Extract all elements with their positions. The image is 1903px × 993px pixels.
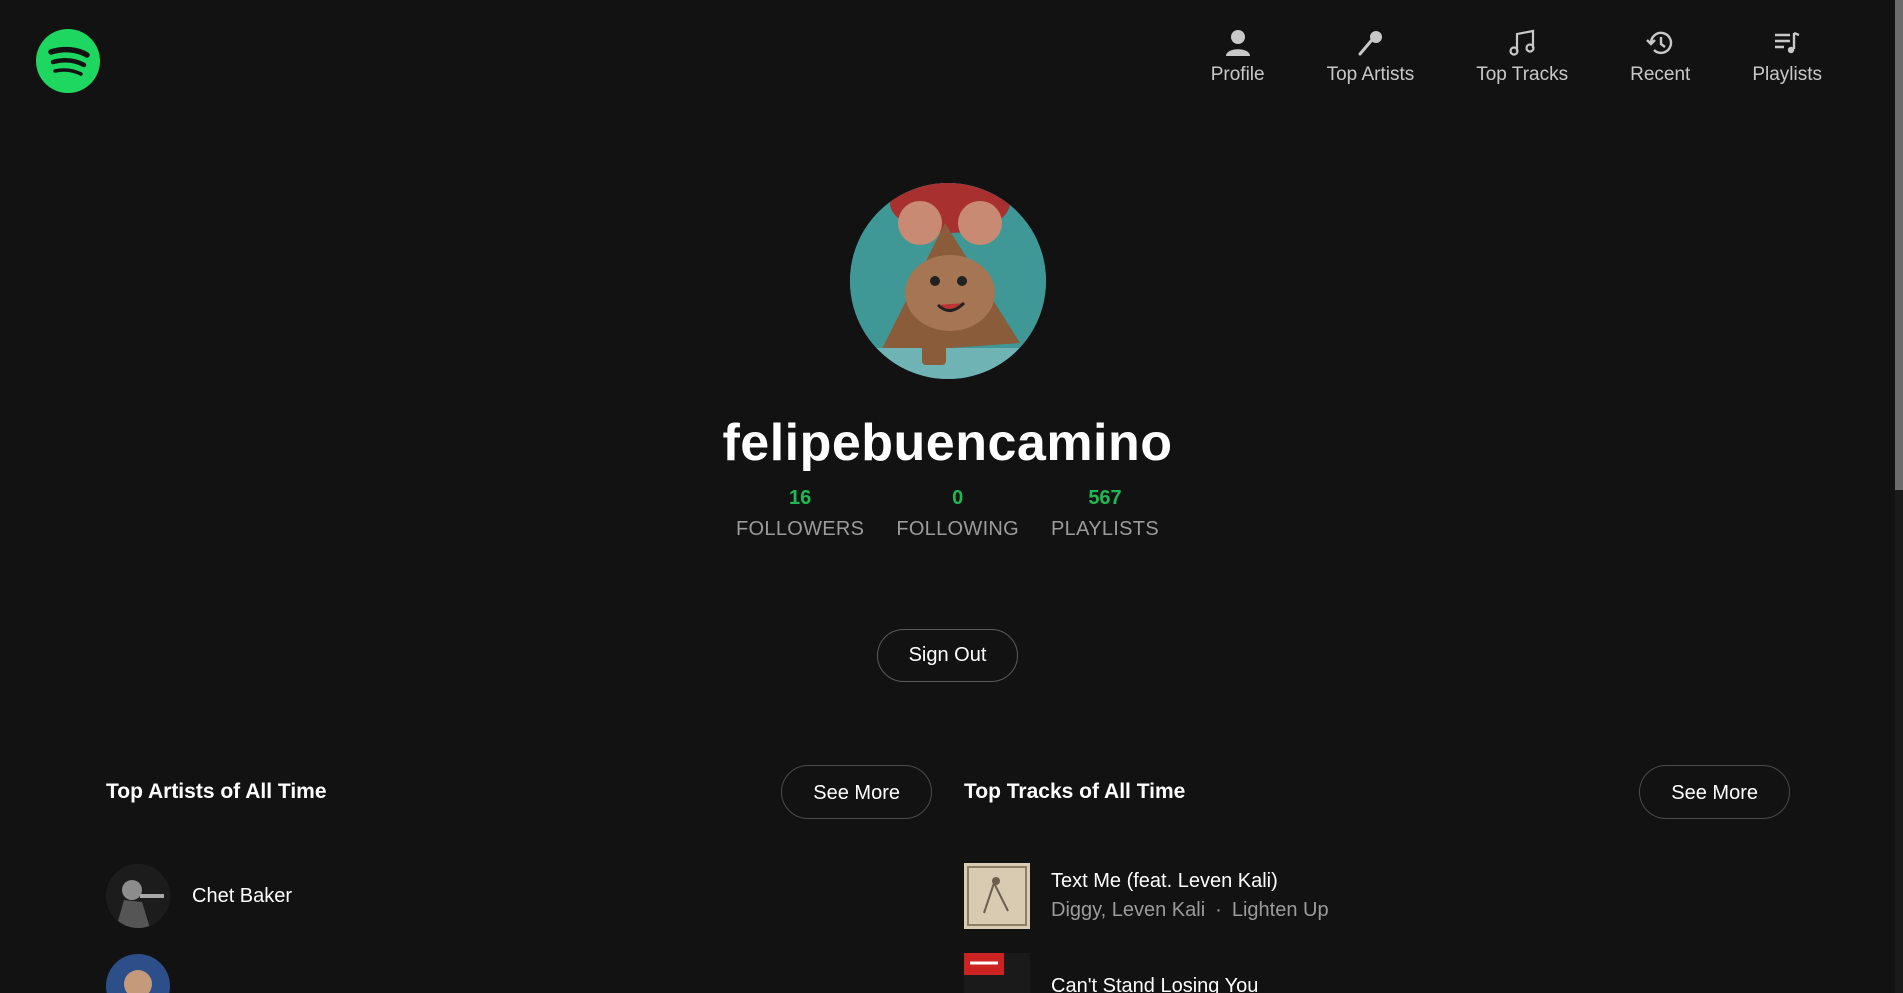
stat-label: FOLLOWERS [736,518,865,540]
stat-value: 16 [789,487,812,509]
profile-stats: 16 FOLLOWERS 0 FOLLOWING 567 PLAYLISTS [736,487,1159,541]
stat-label: PLAYLISTS [1051,518,1159,540]
nav-item-top-artists[interactable]: Top Artists [1296,28,1446,86]
scrollbar-thumb[interactable] [1895,0,1903,490]
nav-label: Top Tracks [1476,64,1569,85]
section-header: Top Artists of All Time See More [106,765,932,819]
list-item[interactable]: Chet Baker [106,863,932,929]
microphone-icon [1355,28,1385,58]
user-icon [1223,28,1253,58]
username: felipebuencamino [722,414,1173,472]
album-art [964,863,1030,929]
nav-label: Playlists [1752,64,1822,85]
section-title: Top Artists of All Time [106,780,327,803]
avatar [849,183,1046,379]
list-item[interactable]: Can't Stand Losing You [964,953,1790,993]
list-item[interactable] [106,953,932,993]
album-art [964,953,1030,993]
main-nav: Profile Top Artists Top Tracks Recent Pl… [1180,28,1853,86]
stat-value: 567 [1088,487,1122,509]
stat-followers: 16 FOLLOWERS [736,487,864,541]
artist-name: Chet Baker [192,884,293,907]
section-title: Top Tracks of All Time [964,780,1186,803]
music-note-icon [1507,28,1537,58]
stat-label: FOLLOWING [896,518,1020,540]
track-title: Can't Stand Losing You [1051,974,1259,993]
profile-header: felipebuencamino 16 FOLLOWERS 0 FOLLOWIN… [0,183,1895,682]
list-item[interactable]: Text Me (feat. Leven Kali) Diggy, Leven … [964,863,1790,929]
separator: · [1215,899,1222,921]
nav-item-profile[interactable]: Profile [1180,28,1296,86]
nav-item-recent[interactable]: Recent [1599,28,1721,86]
spotify-logo-icon[interactable] [36,29,100,93]
sign-out-button[interactable]: Sign Out [876,629,1019,682]
track-title: Text Me (feat. Leven Kali) [1051,870,1278,892]
playlist-icon [1772,28,1802,58]
stat-value: 0 [952,487,964,509]
see-more-artists-button[interactable]: See More [781,765,932,819]
artist-image [106,954,170,993]
track-info: Text Me (feat. Leven Kali) Diggy, Leven … [1051,870,1329,922]
history-icon [1645,28,1675,58]
scrollbar[interactable] [1895,0,1903,993]
nav-item-playlists[interactable]: Playlists [1721,28,1853,86]
nav-item-top-tracks[interactable]: Top Tracks [1445,28,1599,86]
stat-following: 0 FOLLOWING [896,487,1019,541]
top-tracks-section: Top Tracks of All Time See More Text Me … [964,765,1790,993]
track-album: Lighten Up [1231,899,1329,921]
track-artists: Diggy, Leven Kali [1051,899,1206,921]
profile-page: Profile Top Artists Top Tracks Recent Pl… [0,0,1903,993]
top-artists-section: Top Artists of All Time See More Chet Ba… [106,765,932,993]
artist-image [106,864,170,928]
track-subtitle: Diggy, Leven Kali · Lighten Up [1051,899,1329,922]
nav-label: Profile [1210,64,1265,85]
track-info: Can't Stand Losing You [1051,975,1258,993]
section-header: Top Tracks of All Time See More [964,765,1790,819]
nav-label: Top Artists [1326,64,1415,85]
see-more-tracks-button[interactable]: See More [1639,765,1790,819]
nav-label: Recent [1630,64,1691,85]
stat-playlists: 567 PLAYLISTS [1051,487,1159,541]
